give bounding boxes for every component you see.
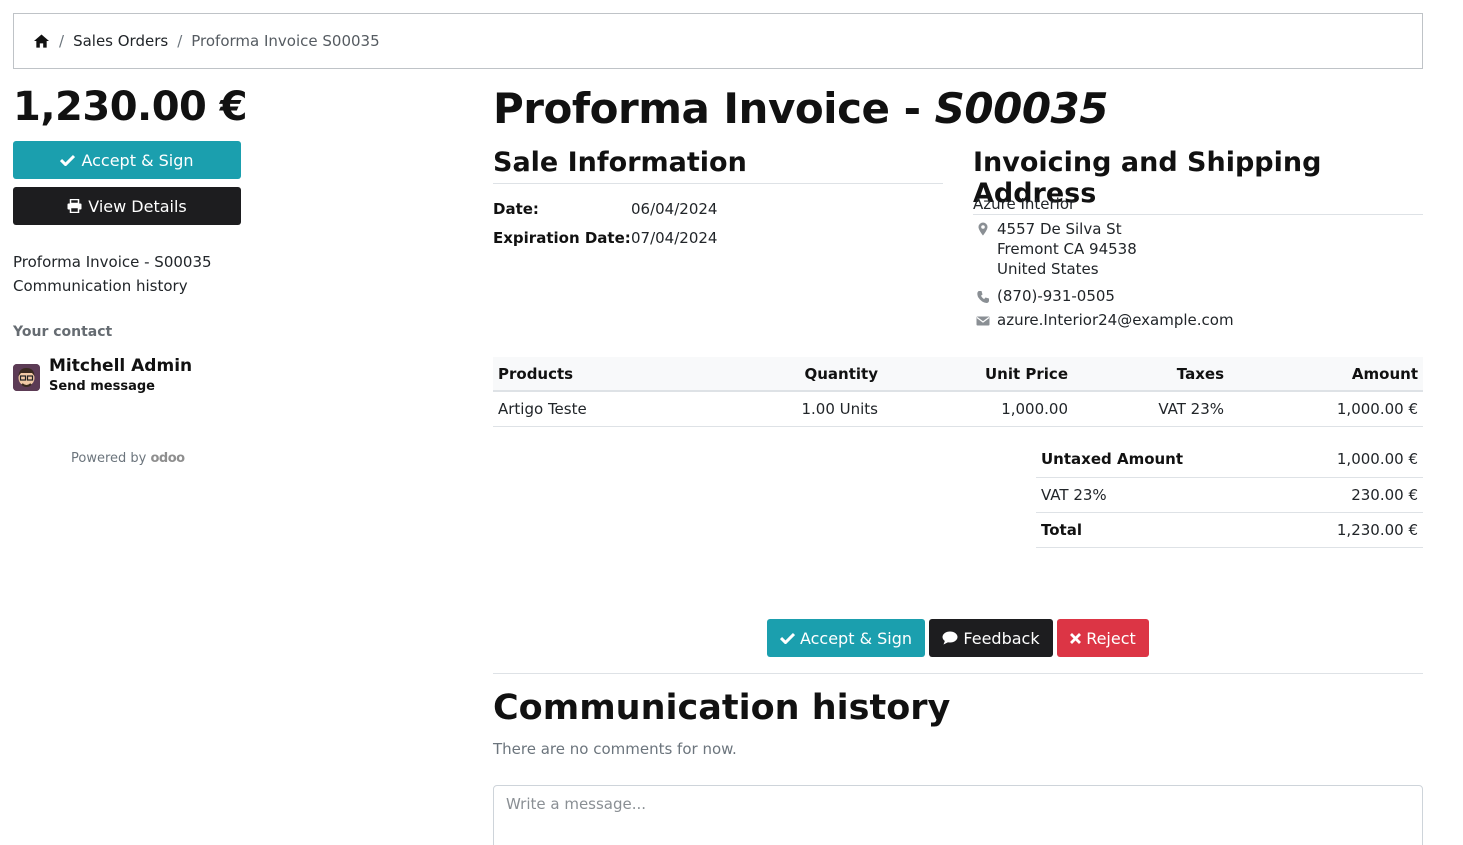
divider bbox=[493, 673, 1423, 674]
breadcrumb-current: Proforma Invoice S00035 bbox=[191, 32, 380, 50]
avatar bbox=[13, 364, 40, 391]
untaxed-label: Untaxed Amount bbox=[1036, 442, 1278, 478]
phone-icon bbox=[977, 291, 989, 303]
powered-by-text: Powered by bbox=[71, 451, 147, 466]
breadcrumb: / Sales Orders / Proforma Invoice S00035 bbox=[13, 13, 1423, 69]
contact-name: Mitchell Admin bbox=[49, 356, 193, 376]
check-icon bbox=[779, 632, 795, 644]
vat-label: VAT 23% bbox=[1036, 477, 1278, 513]
vat-row: VAT 23% 230.00 € bbox=[1036, 477, 1423, 513]
contact-card: Mitchell Admin Send message bbox=[13, 356, 192, 394]
message-input[interactable] bbox=[493, 785, 1423, 845]
breadcrumb-separator: / bbox=[59, 32, 65, 50]
send-message-link[interactable]: Send message bbox=[49, 379, 192, 394]
cell-amount: 1,000.00 € bbox=[1229, 391, 1423, 427]
cell-taxes: VAT 23% bbox=[1073, 391, 1229, 427]
page-title-prefix: Proforma Invoice - bbox=[493, 84, 935, 133]
check-icon bbox=[60, 154, 76, 166]
sidebar-link-communication[interactable]: Communication history bbox=[13, 274, 212, 298]
expiration-row: Expiration Date: 07/04/2024 bbox=[493, 229, 717, 247]
reject-button[interactable]: Reject bbox=[1057, 619, 1149, 657]
envelope-icon bbox=[976, 316, 990, 326]
date-row: Date: 06/04/2024 bbox=[493, 200, 717, 218]
table-header-row: Products Quantity Unit Price Taxes Amoun… bbox=[493, 357, 1423, 392]
no-comments-text: There are no comments for now. bbox=[493, 740, 737, 758]
close-icon bbox=[1070, 632, 1082, 644]
address-city: Fremont CA 94538 bbox=[997, 240, 1137, 258]
breadcrumb-separator: / bbox=[177, 32, 183, 50]
header-taxes: Taxes bbox=[1073, 357, 1229, 392]
your-contact-label: Your contact bbox=[13, 324, 113, 340]
page-title-ref: S00035 bbox=[934, 84, 1109, 133]
expiration-label: Expiration Date: bbox=[493, 229, 631, 247]
vat-value: 230.00 € bbox=[1277, 477, 1423, 513]
accept-sign-button-label: Accept & Sign bbox=[799, 628, 913, 648]
totals-table: Untaxed Amount 1,000.00 € VAT 23% 230.00… bbox=[1036, 442, 1423, 548]
sidebar-link-invoice[interactable]: Proforma Invoice - S00035 bbox=[13, 250, 212, 274]
header-unit-price: Unit Price bbox=[883, 357, 1073, 392]
address-company: Azure Interior bbox=[973, 195, 1076, 213]
page-title: Proforma Invoice - S00035 bbox=[493, 84, 1109, 133]
communication-history-title: Communication history bbox=[493, 688, 951, 728]
accept-sign-button[interactable]: Accept & Sign bbox=[767, 619, 925, 657]
feedback-button-label: Feedback bbox=[963, 628, 1040, 648]
accept-sign-label: Accept & Sign bbox=[81, 150, 194, 170]
cell-unit-price: 1,000.00 bbox=[883, 391, 1073, 427]
cell-quantity: 1.00 Units bbox=[753, 391, 883, 427]
total-row: Total 1,230.00 € bbox=[1036, 512, 1423, 548]
print-icon bbox=[67, 199, 82, 213]
sidebar-nav: Proforma Invoice - S00035 Communication … bbox=[13, 250, 212, 298]
expiration-value: 07/04/2024 bbox=[631, 229, 718, 247]
comment-icon bbox=[942, 631, 958, 645]
header-amount: Amount bbox=[1229, 357, 1423, 392]
untaxed-row: Untaxed Amount 1,000.00 € bbox=[1036, 442, 1423, 478]
address-street: 4557 De Silva St bbox=[997, 220, 1122, 238]
total-value: 1,230.00 € bbox=[1277, 512, 1423, 548]
cell-product: Artigo Teste bbox=[493, 391, 753, 427]
home-icon[interactable] bbox=[34, 33, 50, 49]
total-label: Total bbox=[1036, 512, 1278, 548]
untaxed-value: 1,000.00 € bbox=[1277, 442, 1423, 478]
header-products: Products bbox=[493, 357, 753, 392]
address-phone: (870)-931-0505 bbox=[997, 287, 1115, 305]
reject-button-label: Reject bbox=[1086, 628, 1136, 648]
address-email[interactable]: azure.Interior24@example.com bbox=[997, 311, 1234, 329]
view-details-button[interactable]: View Details bbox=[13, 187, 241, 225]
sidebar-amount: 1,230.00 € bbox=[13, 84, 248, 130]
header-quantity: Quantity bbox=[753, 357, 883, 392]
breadcrumb-sales-orders[interactable]: Sales Orders bbox=[73, 32, 168, 50]
sale-information-title: Sale Information bbox=[493, 147, 943, 184]
powered-by: Powered by odoo bbox=[71, 451, 185, 466]
products-table: Products Quantity Unit Price Taxes Amoun… bbox=[493, 357, 1423, 427]
date-value: 06/04/2024 bbox=[631, 200, 718, 218]
map-marker-icon bbox=[978, 222, 988, 236]
sidebar-accept-sign-button[interactable]: Accept & Sign bbox=[13, 141, 241, 179]
date-label: Date: bbox=[493, 200, 539, 218]
table-row: Artigo Teste 1.00 Units 1,000.00 VAT 23%… bbox=[493, 391, 1423, 427]
view-details-label: View Details bbox=[88, 196, 187, 216]
address-country: United States bbox=[997, 260, 1099, 278]
odoo-logo[interactable]: odoo bbox=[151, 451, 186, 466]
feedback-button[interactable]: Feedback bbox=[929, 619, 1053, 657]
